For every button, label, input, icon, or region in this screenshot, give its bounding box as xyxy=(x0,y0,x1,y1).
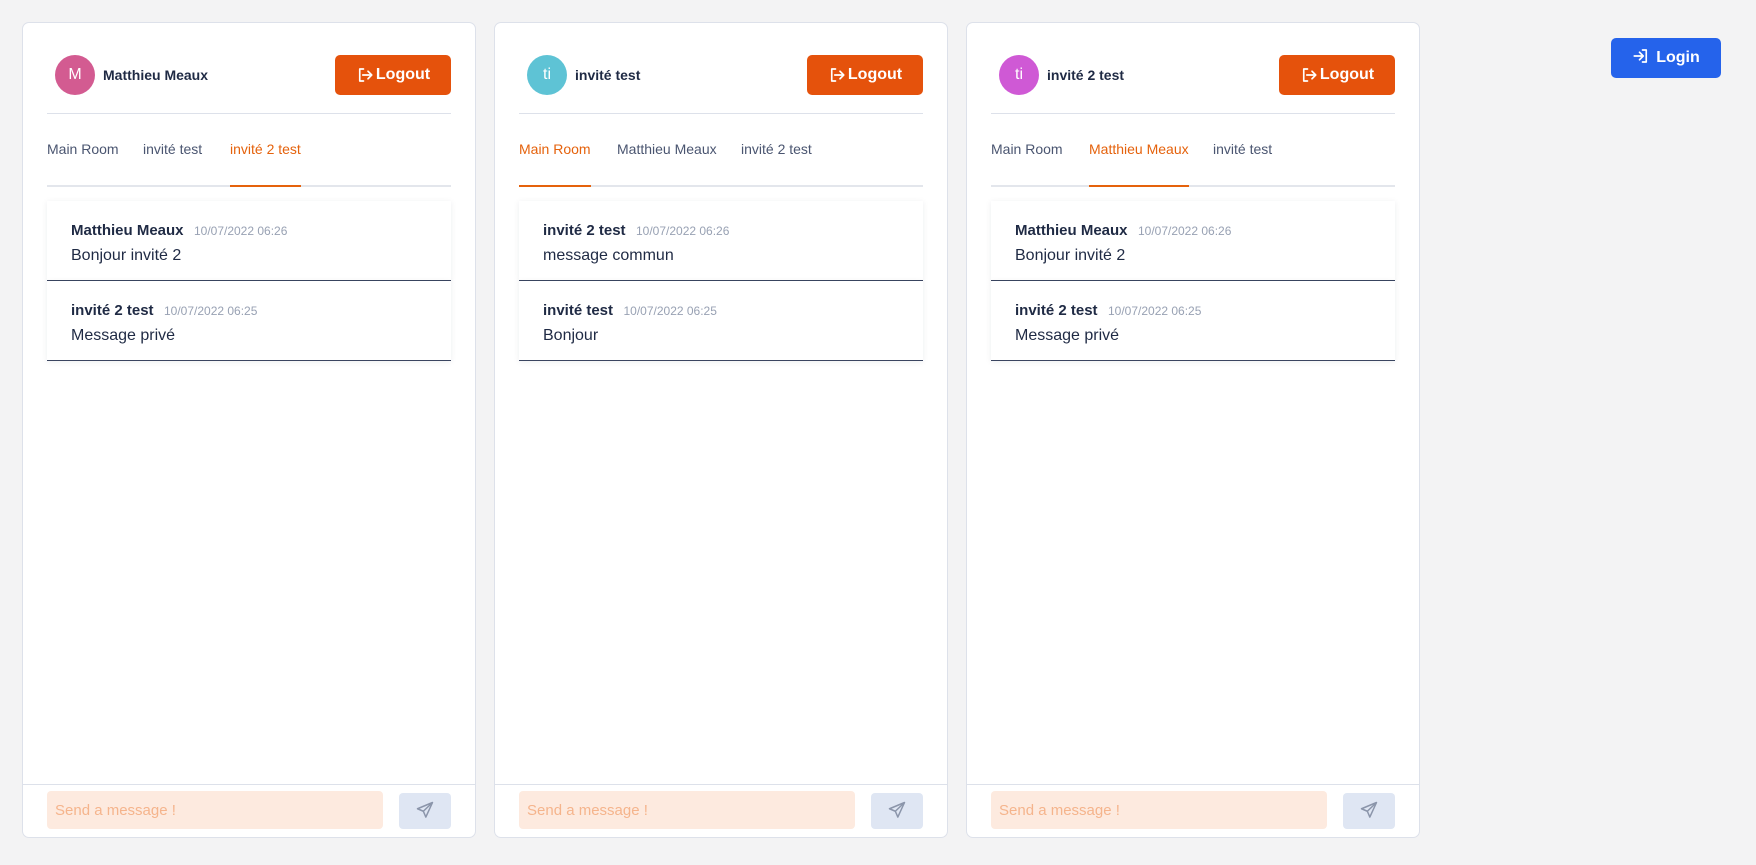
logout-icon xyxy=(1300,66,1318,84)
message-timestamp: 10/07/2022 06:26 xyxy=(635,224,730,238)
message-text: Bonjour invité 2 xyxy=(1015,247,1126,264)
tab-invite-test[interactable]: invité test xyxy=(1213,133,1272,185)
message-text: Bonjour invité 2 xyxy=(71,247,182,264)
send-button[interactable] xyxy=(399,793,451,829)
message-author: invité test xyxy=(543,302,614,319)
logout-button[interactable]: Logout xyxy=(807,55,923,95)
logout-icon xyxy=(356,66,374,84)
message-input[interactable] xyxy=(991,791,1327,829)
logout-label: Logout xyxy=(847,66,903,83)
user-name: invité 2 test xyxy=(1047,67,1125,83)
panel-header: ti invité 2 test Logout xyxy=(991,23,1395,114)
list-item: invité 2 test 10/07/2022 06:25 Message p… xyxy=(47,281,451,361)
send-icon xyxy=(887,800,907,823)
logout-button[interactable]: Logout xyxy=(335,55,451,95)
message-input[interactable] xyxy=(47,791,383,829)
message-timestamp: 10/07/2022 06:25 xyxy=(623,304,717,318)
message-input[interactable] xyxy=(519,791,855,829)
message-text: Message privé xyxy=(71,327,176,344)
chat-panel-invite-test: ti invité test Logout Main Room Matthieu… xyxy=(494,22,948,838)
chat-panel-matthieu: M Matthieu Meaux Logout Main Room invité… xyxy=(22,22,476,838)
message-text: message commun xyxy=(543,247,674,264)
message-author: Matthieu Meaux xyxy=(71,222,184,239)
room-tabs: Main Room Matthieu Meaux invité test xyxy=(991,133,1395,187)
tab-matthieu-meaux[interactable]: Matthieu Meaux xyxy=(617,133,717,185)
login-button[interactable]: Login xyxy=(1611,38,1721,78)
send-button[interactable] xyxy=(1343,793,1395,829)
room-tabs: Main Room Matthieu Meaux invité 2 test xyxy=(519,133,923,187)
avatar: ti xyxy=(527,55,567,95)
tab-main-room[interactable]: Main Room xyxy=(991,133,1063,185)
list-item: Matthieu Meaux 10/07/2022 06:26 Bonjour … xyxy=(47,201,451,281)
tab-matthieu-meaux[interactable]: Matthieu Meaux xyxy=(1089,133,1189,187)
message-timestamp: 10/07/2022 06:26 xyxy=(193,224,288,238)
message-list: Matthieu Meaux 10/07/2022 06:26 Bonjour … xyxy=(991,201,1395,361)
avatar: ti xyxy=(999,55,1039,95)
message-author: invité 2 test xyxy=(1015,302,1098,319)
app-canvas: M Matthieu Meaux Logout Main Room invité… xyxy=(0,0,1756,865)
message-author: invité 2 test xyxy=(543,222,626,239)
logout-label: Logout xyxy=(1319,66,1375,83)
message-list: invité 2 test 10/07/2022 06:26 message c… xyxy=(519,201,923,361)
list-item: invité test 10/07/2022 06:25 Bonjour xyxy=(519,281,923,361)
tab-main-room[interactable]: Main Room xyxy=(519,133,591,187)
room-tabs: Main Room invité test invité 2 test xyxy=(47,133,451,187)
user-name: Matthieu Meaux xyxy=(103,67,209,83)
message-timestamp: 10/07/2022 06:26 xyxy=(1137,224,1232,238)
send-button[interactable] xyxy=(871,793,923,829)
logout-button[interactable]: Logout xyxy=(1279,55,1395,95)
send-icon xyxy=(1359,800,1379,823)
message-timestamp: 10/07/2022 06:25 xyxy=(1107,304,1202,318)
user-name: invité test xyxy=(575,67,641,83)
login-icon xyxy=(1632,47,1650,70)
message-composer xyxy=(495,784,947,837)
logout-icon xyxy=(828,66,846,84)
logout-label: Logout xyxy=(375,66,431,83)
message-text: Message privé xyxy=(1015,327,1120,344)
tab-invite-test[interactable]: invité test xyxy=(143,133,202,185)
message-composer xyxy=(967,784,1419,837)
tab-invite-2-test[interactable]: invité 2 test xyxy=(741,133,812,185)
login-label: Login xyxy=(1656,49,1700,66)
list-item: Matthieu Meaux 10/07/2022 06:26 Bonjour … xyxy=(991,201,1395,281)
avatar: M xyxy=(55,55,95,95)
message-author: invité 2 test xyxy=(71,302,154,319)
chat-panel-invite-2-test: ti invité 2 test Logout Main Room Matthi… xyxy=(966,22,1420,838)
message-list: Matthieu Meaux 10/07/2022 06:26 Bonjour … xyxy=(47,201,451,361)
panel-header: ti invité test Logout xyxy=(519,23,923,114)
tab-invite-2-test[interactable]: invité 2 test xyxy=(230,133,301,187)
message-composer xyxy=(23,784,475,837)
panel-header: M Matthieu Meaux Logout xyxy=(47,23,451,114)
tab-main-room[interactable]: Main Room xyxy=(47,133,119,185)
list-item: invité 2 test 10/07/2022 06:26 message c… xyxy=(519,201,923,281)
message-timestamp: 10/07/2022 06:25 xyxy=(163,304,258,318)
list-item: invité 2 test 10/07/2022 06:25 Message p… xyxy=(991,281,1395,361)
message-author: Matthieu Meaux xyxy=(1015,222,1128,239)
message-text: Bonjour xyxy=(543,327,599,344)
send-icon xyxy=(415,800,435,823)
